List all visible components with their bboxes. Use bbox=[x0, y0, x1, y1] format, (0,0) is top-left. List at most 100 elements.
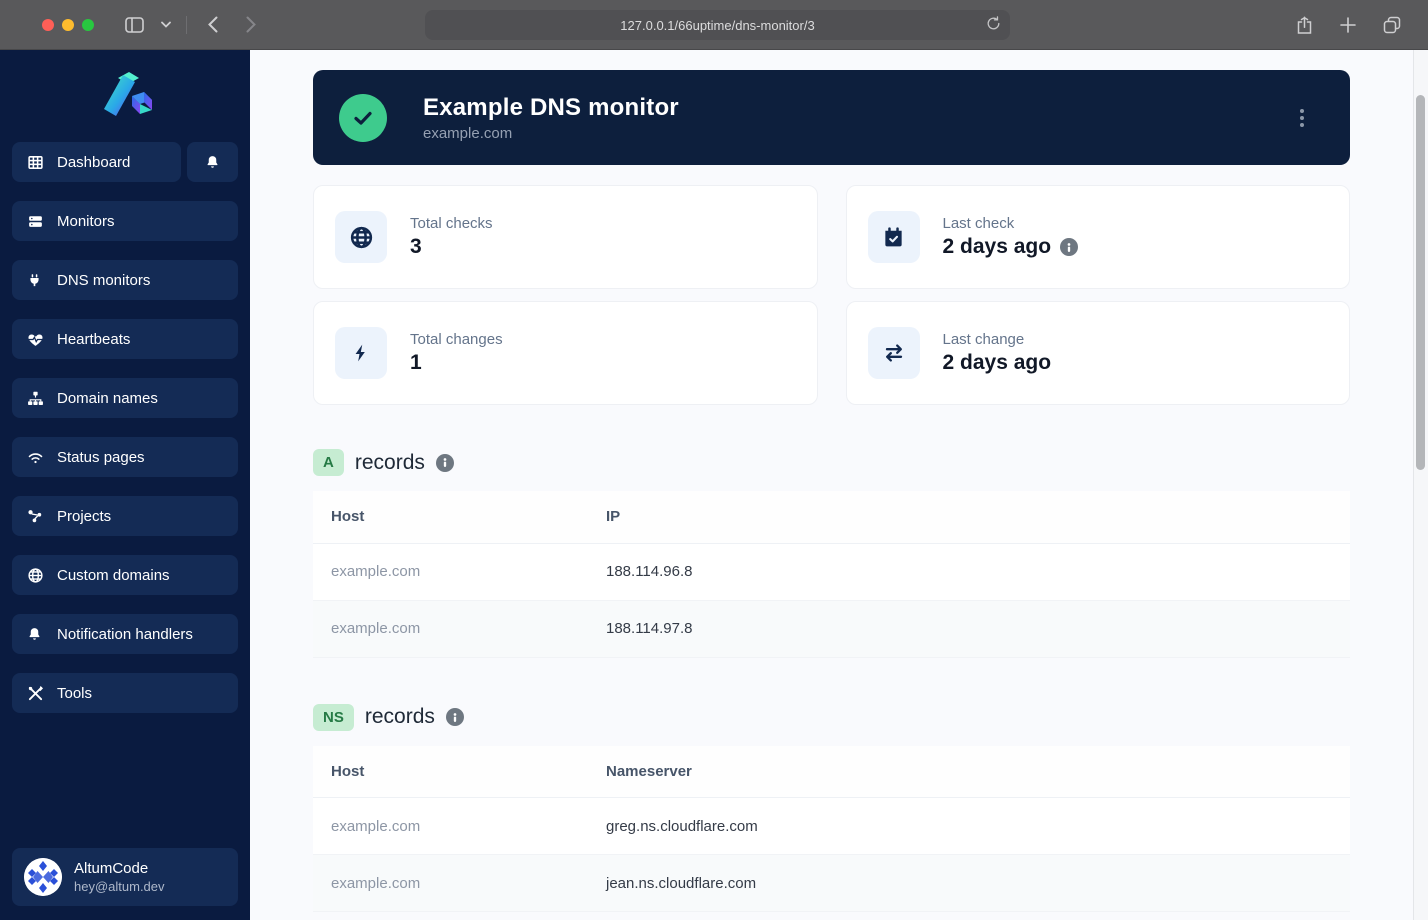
sidebar-item-label: Status pages bbox=[57, 448, 145, 466]
sidebar-item-notification-handlers[interactable]: Notification handlers bbox=[12, 614, 238, 654]
scrollbar-thumb[interactable] bbox=[1416, 95, 1425, 470]
wifi-icon bbox=[27, 449, 44, 466]
sidebar-item-dashboard[interactable]: Dashboard bbox=[12, 142, 181, 182]
stat-card-last-change: Last change 2 days ago bbox=[845, 301, 1350, 405]
sidebar-item-status-pages[interactable]: Status pages bbox=[12, 437, 238, 477]
toolbar-divider bbox=[186, 15, 187, 34]
cell-nameserver: jean.ns.cloudflare.com bbox=[588, 854, 1350, 912]
user-email: hey@altum.dev bbox=[74, 879, 165, 894]
record-type-badge: NS bbox=[313, 703, 354, 731]
sidebar-item-label: Tools bbox=[57, 684, 93, 702]
sidebar-item-label: Heartbeats bbox=[57, 330, 131, 348]
stat-label: Last check bbox=[942, 215, 1015, 232]
browser-toolbar: 127.0.0.1/66uptime/dns-monitor/3 bbox=[0, 0, 1428, 50]
sidebar-item-dns-monitors[interactable]: DNS monitors bbox=[12, 260, 238, 300]
sidebar-item-label: DNS monitors bbox=[57, 271, 151, 289]
sidebar-item-label: Domain names bbox=[57, 389, 158, 407]
column-header-host: Host bbox=[313, 491, 588, 544]
table-row: example.com jean.ns.cloudflare.com bbox=[313, 854, 1350, 912]
sidebar-item-label: Dashboard bbox=[57, 153, 131, 171]
share-nodes-icon bbox=[27, 508, 44, 525]
cell-nameserver: greg.ns.cloudflare.com bbox=[588, 797, 1350, 855]
account-menu[interactable]: AltumCode hey@altum.dev bbox=[12, 848, 238, 906]
address-bar[interactable]: 127.0.0.1/66uptime/dns-monitor/3 bbox=[425, 10, 1010, 40]
monitor-header-card: Example DNS monitor example.com bbox=[313, 70, 1350, 165]
cell-ip: 188.114.96.8 bbox=[588, 543, 1350, 601]
sitemap-icon bbox=[27, 390, 44, 407]
stat-label: Total changes bbox=[410, 331, 503, 348]
minimize-window-button[interactable] bbox=[62, 18, 74, 31]
monitor-domain: example.com bbox=[423, 124, 513, 142]
stats-grid: Total checks 3 Last check 2 days ago Tot… bbox=[313, 185, 1350, 405]
notifications-button[interactable] bbox=[187, 142, 238, 182]
stat-value: 1 bbox=[410, 351, 422, 374]
records-title: records bbox=[364, 705, 435, 728]
forward-button[interactable] bbox=[237, 11, 265, 39]
monitor-title: Example DNS monitor bbox=[423, 93, 679, 121]
sidebar-item-projects[interactable]: Projects bbox=[12, 496, 238, 536]
sidebar-item-custom-domains[interactable]: Custom domains bbox=[12, 555, 238, 595]
main-content: Example DNS monitor example.com Total ch… bbox=[250, 50, 1428, 920]
scrollbar-track[interactable] bbox=[1413, 50, 1428, 920]
cell-host: example.com bbox=[313, 600, 588, 658]
cell-host: example.com bbox=[313, 854, 588, 912]
ns-records-section: NS records Host Nameserver example.com g… bbox=[313, 703, 1350, 912]
grid-icon bbox=[27, 154, 44, 171]
record-type-badge: A bbox=[313, 449, 344, 476]
reload-icon[interactable] bbox=[986, 15, 1001, 32]
info-icon[interactable] bbox=[1060, 238, 1079, 256]
close-window-button[interactable] bbox=[42, 18, 54, 31]
stat-value: 2 days ago bbox=[942, 351, 1052, 374]
table-row: example.com greg.ns.cloudflare.com bbox=[313, 797, 1350, 855]
column-header-nameserver: Nameserver bbox=[588, 745, 1350, 798]
status-up-icon bbox=[339, 93, 387, 142]
tools-icon bbox=[27, 685, 44, 702]
stat-card-total-checks: Total checks 3 bbox=[313, 185, 818, 289]
sidebar-item-tools[interactable]: Tools bbox=[12, 673, 238, 713]
stat-card-total-changes: Total changes 1 bbox=[313, 301, 818, 405]
avatar bbox=[24, 858, 62, 896]
table-row: example.com 188.114.97.8 bbox=[313, 600, 1350, 658]
share-icon[interactable] bbox=[1290, 11, 1318, 39]
app-logo[interactable] bbox=[12, 62, 238, 142]
arrows-right-left-icon bbox=[867, 327, 920, 379]
sidebar-item-label: Monitors bbox=[57, 212, 115, 230]
sidebar-item-monitors[interactable]: Monitors bbox=[12, 201, 238, 241]
server-icon bbox=[27, 213, 44, 230]
user-name: AltumCode bbox=[74, 860, 149, 877]
monitor-options-icon[interactable] bbox=[1294, 103, 1310, 133]
plug-icon bbox=[27, 272, 44, 289]
table-row: example.com 188.114.96.8 bbox=[313, 543, 1350, 601]
sidebar-toggle-icon[interactable] bbox=[120, 11, 148, 39]
stat-card-last-check: Last check 2 days ago bbox=[845, 185, 1350, 289]
sidebar-item-label: Projects bbox=[57, 507, 112, 525]
sidebar-item-label: Custom domains bbox=[57, 566, 170, 584]
stat-label: Last change bbox=[942, 331, 1025, 348]
column-header-host: Host bbox=[313, 745, 588, 798]
zoom-window-button[interactable] bbox=[82, 18, 94, 31]
window-controls bbox=[42, 18, 94, 31]
info-icon[interactable] bbox=[445, 708, 464, 726]
records-title: records bbox=[354, 450, 425, 474]
info-icon[interactable] bbox=[435, 453, 454, 472]
heart-pulse-icon bbox=[27, 331, 44, 348]
stat-value: 3 bbox=[410, 235, 422, 258]
a-records-section: A records Host IP example.com 188.114.96… bbox=[313, 449, 1350, 658]
stat-value: 2 days ago bbox=[942, 235, 1052, 258]
sidebar-item-heartbeats[interactable]: Heartbeats bbox=[12, 319, 238, 359]
globe-icon bbox=[27, 567, 44, 584]
back-button[interactable] bbox=[199, 11, 227, 39]
globe-icon bbox=[335, 211, 387, 263]
cell-host: example.com bbox=[313, 543, 588, 601]
bolt-icon bbox=[335, 327, 387, 379]
cell-host: example.com bbox=[313, 797, 588, 855]
chevron-down-icon[interactable] bbox=[158, 11, 174, 39]
a-records-table: Host IP example.com 188.114.96.8 example… bbox=[313, 491, 1350, 658]
new-tab-icon[interactable] bbox=[1334, 11, 1362, 39]
cell-ip: 188.114.97.8 bbox=[588, 600, 1350, 658]
sidebar-item-domain-names[interactable]: Domain names bbox=[12, 378, 238, 418]
column-header-ip: IP bbox=[588, 491, 1350, 544]
bell-icon bbox=[205, 154, 220, 170]
sidebar: Dashboard Monitors DNS monitors Heartbea… bbox=[0, 50, 250, 920]
tab-overview-icon[interactable] bbox=[1378, 11, 1406, 39]
